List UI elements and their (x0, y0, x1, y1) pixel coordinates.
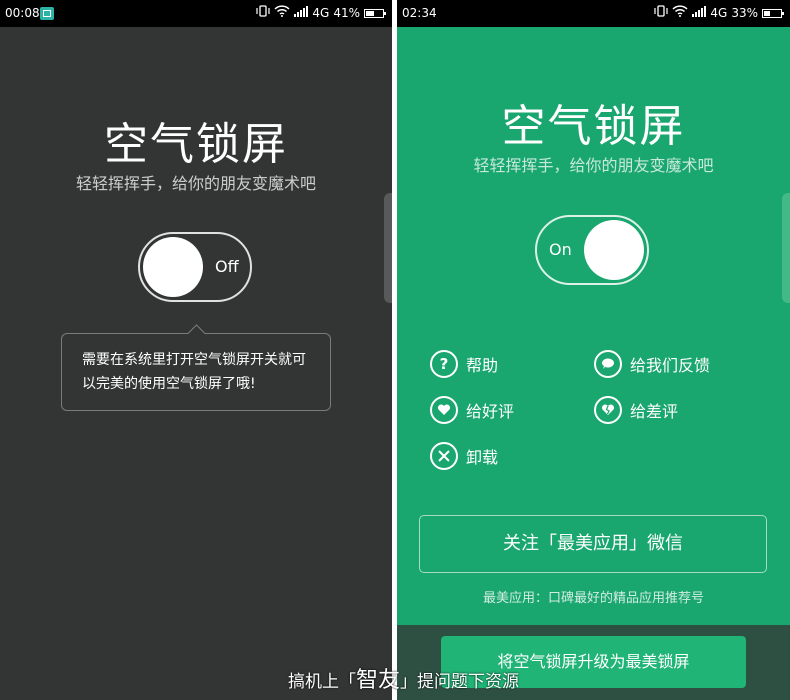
wifi-icon (672, 0, 688, 27)
air-lock-toggle[interactable]: Off (138, 232, 252, 302)
app-subtitle: 轻轻挥挥手，给你的朋友变魔术吧 (473, 156, 714, 175)
status-time: 02:34 (402, 6, 437, 20)
battery-percent: 33% (731, 6, 758, 20)
toggle-knob (143, 237, 203, 297)
status-time: 00:08 (5, 6, 40, 20)
battery-percent: 41% (333, 6, 360, 20)
tools-icon (430, 442, 458, 470)
feedback-button[interactable]: 给我们反馈 (594, 350, 710, 378)
broken-heart-icon (594, 396, 622, 424)
toggle-knob (584, 220, 644, 280)
rate-bad-label: 给差评 (630, 402, 679, 421)
screenshot-notification-icon (40, 7, 54, 20)
help-button[interactable]: ? 帮助 (430, 350, 498, 378)
right-screen: 02:34 4G 33% 空气锁屏 轻轻挥挥手，给你的朋友变魔术吧 On ? 帮… (397, 0, 790, 700)
watermark: 搞机上「智友」提问题下资源 (288, 666, 519, 697)
help-label: 帮助 (466, 356, 499, 375)
recommendation-caption: 最美应用：口碑最好的精品应用推荐号 (482, 591, 704, 606)
battery-icon (364, 9, 386, 18)
battery-icon (762, 9, 784, 18)
wifi-icon (274, 0, 290, 27)
hint-tooltip: 需要在系统里打开空气锁屏开关就可以完美的使用空气锁屏了哦! (61, 324, 331, 411)
watermark-prefix: 搞机上「 (288, 672, 356, 692)
chat-bubble-icon (594, 350, 622, 378)
vibrate-icon (654, 0, 668, 27)
app-subtitle: 轻轻挥挥手，给你的朋友变魔术吧 (75, 174, 316, 193)
toggle-state-label: On (549, 240, 572, 259)
network-type: 4G (710, 6, 728, 20)
side-drawer-handle[interactable] (782, 193, 790, 303)
left-screen: 00:08 4G 41% 空气锁屏 轻轻挥挥手，给你的朋友变魔术吧 Off 需要… (0, 0, 392, 700)
status-bar: 00:08 4G 41% (0, 0, 392, 27)
app-title: 空气锁屏 (501, 101, 686, 152)
uninstall-button[interactable]: 卸载 (430, 442, 498, 470)
uninstall-label: 卸载 (466, 448, 499, 467)
vibrate-icon (256, 0, 270, 27)
signal-icon (692, 0, 707, 27)
rate-bad-button[interactable]: 给差评 (594, 396, 678, 424)
tooltip-arrow (187, 324, 206, 343)
air-lock-toggle[interactable]: On (535, 215, 649, 285)
rate-good-button[interactable]: 给好评 (430, 396, 514, 424)
heart-icon (430, 396, 458, 424)
question-icon: ? (430, 350, 458, 378)
rate-good-label: 给好评 (466, 402, 515, 421)
status-bar: 02:34 4G 33% (397, 0, 790, 27)
side-drawer-handle[interactable] (384, 193, 392, 303)
watermark-suffix: 」提问题下资源 (400, 672, 520, 692)
signal-icon (294, 0, 309, 27)
toggle-state-label: Off (215, 257, 239, 276)
watermark-brand: 智友 (356, 668, 401, 693)
network-type: 4G (312, 6, 330, 20)
app-title: 空气锁屏 (104, 119, 288, 170)
tooltip-text: 需要在系统里打开空气锁屏开关就可以完美的使用空气锁屏了哦! (82, 352, 306, 392)
feedback-label: 给我们反馈 (630, 356, 711, 375)
follow-wechat-button[interactable]: 关注「最美应用」微信 (419, 515, 767, 573)
